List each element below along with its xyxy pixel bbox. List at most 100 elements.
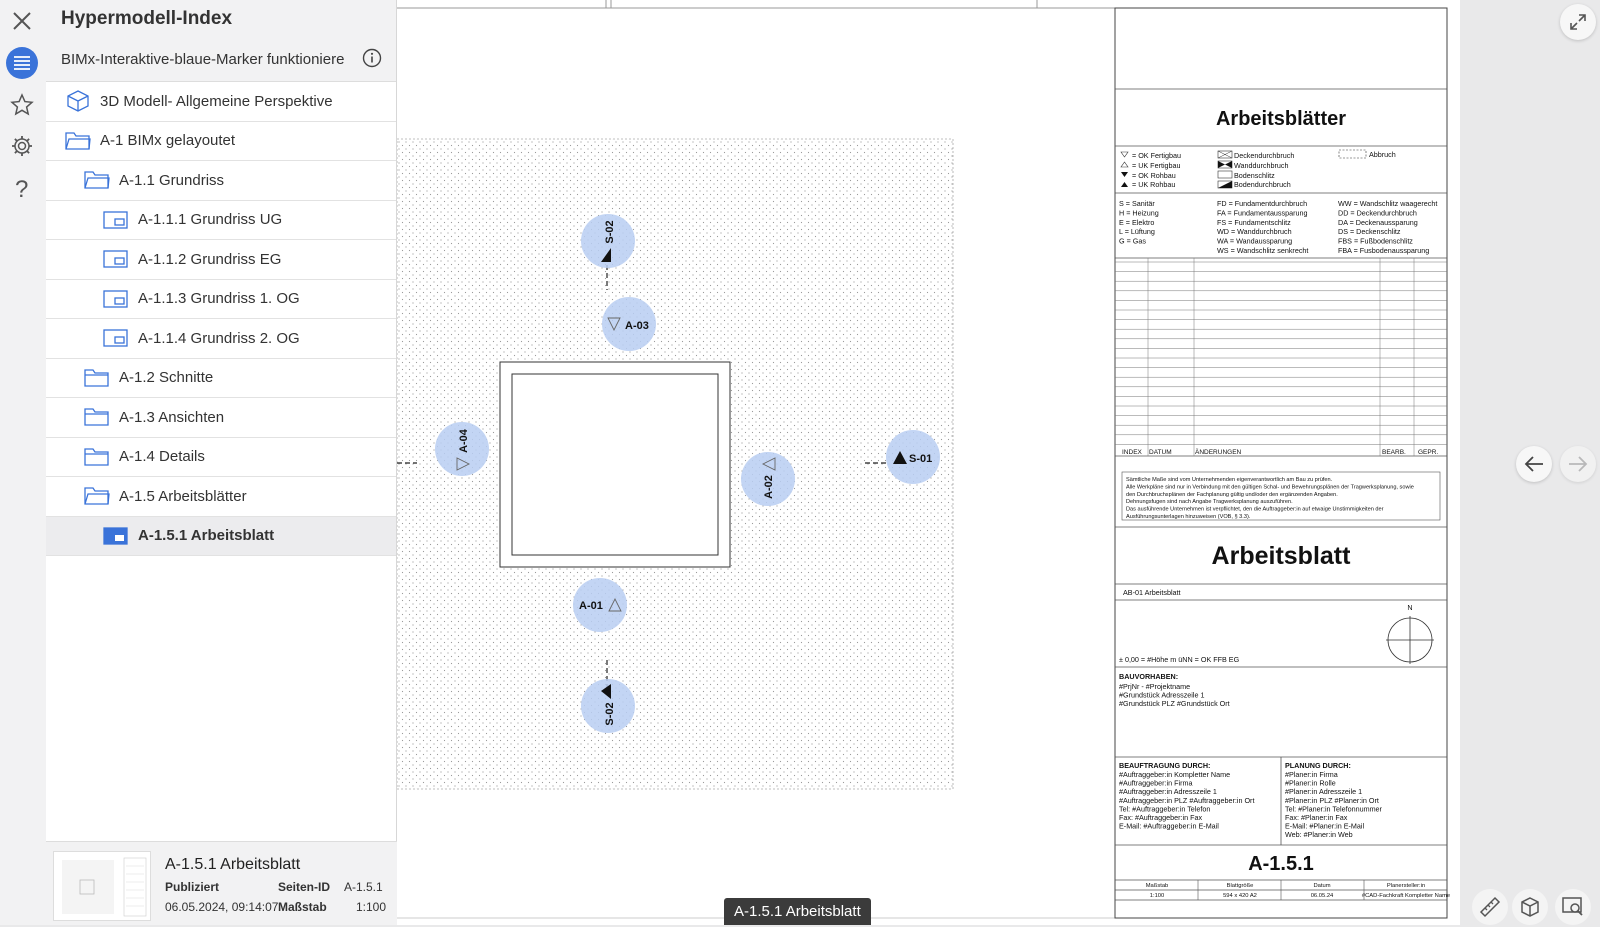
drawing-canvas[interactable]: S-02 A-03 A-04 A-02 S-01 A-01 S-02 Arbei…	[397, 0, 1460, 925]
client-line: E-Mail: #Auftraggeber:in E-Mail	[1119, 822, 1219, 831]
layout-icon	[102, 209, 130, 231]
legend-sym-0: = OK Fertigbau	[1132, 151, 1181, 160]
marker-a02[interactable]: A-02	[741, 452, 795, 506]
sheet-date: 06.05.2024, 09:14:07	[165, 900, 279, 914]
rev-changes: ÄNDERUNGEN	[1195, 448, 1242, 456]
layout-icon	[102, 248, 130, 270]
rev-index: INDEX	[1122, 449, 1143, 456]
fullscreen-icon[interactable]	[1560, 4, 1596, 40]
abbreviation: DS = Deckenschlitz	[1338, 227, 1401, 236]
left-rail: ?	[0, 0, 46, 925]
planner-line: Web: #Planer:in Web	[1285, 830, 1353, 839]
legend-sym-1: = UK Fertigbau	[1132, 161, 1181, 170]
legend-sym-2: = OK Rohbau	[1132, 171, 1176, 180]
footer-label: Blattgröße	[1227, 883, 1254, 889]
abbreviation: DA = Deckenaussparung	[1338, 218, 1418, 227]
sheet-title: Arbeitsblatt	[1212, 542, 1352, 570]
layout-icon	[102, 327, 130, 349]
tree-item-label: 3D Modell- Allgemeine Perspektive	[100, 92, 333, 110]
tree-item[interactable]: A-1 BIMx gelayoutet	[46, 122, 396, 161]
close-icon[interactable]	[4, 3, 40, 39]
tree-item[interactable]: A-1.1.2 Grundriss EG	[46, 240, 396, 280]
index-tree: 3D Modell- Allgemeine Perspektive A-1 BIM…	[46, 82, 396, 556]
footer-label: Datum	[1313, 883, 1330, 889]
page-id-value: A-1.5.1	[344, 880, 383, 894]
marker-a04-label: A-04	[458, 428, 470, 453]
planner-label: PLANUNG DURCH:	[1285, 761, 1351, 770]
folder-icon	[83, 446, 111, 468]
svg-text:?: ?	[15, 176, 28, 201]
tree-item-label: A-1.5.1 Arbeitsblatt	[138, 527, 275, 545]
sheet-number: A-1.5.1	[1248, 853, 1314, 875]
footer-value: 1:100	[1150, 893, 1165, 899]
project-label: BAUVORHABEN:	[1119, 672, 1178, 681]
footer-label: Maßstab	[1146, 883, 1169, 889]
tree-item[interactable]: A-1.2 Schnitte	[46, 359, 396, 398]
abbreviation: WW = Wandschlitz waagerecht	[1338, 199, 1437, 208]
marker-s01[interactable]: S-01	[886, 430, 940, 484]
marker-a01[interactable]: A-01	[573, 578, 627, 632]
next-page-icon[interactable]	[1560, 446, 1596, 482]
sheet-info-title: A-1.5.1 Arbeitsblatt	[165, 856, 301, 873]
zoom-window-icon[interactable]	[1555, 889, 1591, 925]
abbreviation: FA = Fundamentaussparung	[1217, 208, 1308, 217]
tree-item[interactable]: 3D Modell- Allgemeine Perspektive	[46, 82, 396, 122]
project-name-row[interactable]: BIMx-Interaktive-blaue-Marker funktionie…	[46, 38, 396, 82]
help-icon[interactable]: ?	[4, 170, 40, 206]
marker-s02-top[interactable]: S-02	[581, 214, 635, 268]
tree-item-label: A-1.2 Schnitte	[119, 369, 214, 387]
marker-s01-label: S-01	[909, 453, 932, 465]
tree-item[interactable]: A-1.5 Arbeitsblätter	[46, 477, 396, 517]
footer-value: 06.05.24	[1311, 893, 1334, 899]
note-line: Sämtliche Maße sind vom Unternehmenden e…	[1126, 477, 1333, 483]
tree-item[interactable]: A-1.4 Details	[46, 438, 396, 477]
previous-page-icon[interactable]	[1516, 446, 1552, 482]
note-line: Ausführungsunterlagen hinzuweisen (VOB, …	[1126, 514, 1251, 520]
title-block: Arbeitsblätter = OK Fertigbau = UK Ferti…	[1114, 7, 1450, 919]
tree-item-label: A-1.4 Details	[119, 448, 205, 466]
index-list-icon[interactable]	[4, 45, 40, 81]
3d-view-icon[interactable]	[1512, 889, 1548, 925]
abbreviation: FS = Fundamentschlitz	[1217, 218, 1291, 227]
tree-item-label: A-1.1.4 Grundriss 2. OG	[138, 329, 300, 347]
marker-a04[interactable]: A-04	[435, 422, 489, 476]
note-line: den Durchbruchsplänen der Fachplanung gü…	[1126, 492, 1338, 498]
legend-open-1: Wanddurchbruch	[1234, 161, 1288, 170]
right-toolbar	[1460, 0, 1600, 925]
tree-item-label: A-1.1.1 Grundriss UG	[138, 211, 283, 229]
page-id-label: Seiten-ID	[278, 880, 331, 894]
star-icon[interactable]	[4, 87, 40, 123]
marker-s02-top-label: S-02	[604, 220, 616, 243]
tree-item[interactable]: A-1.3 Ansichten	[46, 398, 396, 438]
tree-item[interactable]: A-1.1.4 Grundriss 2. OG	[46, 319, 396, 359]
tree-item[interactable]: A-1.1.3 Grundriss 1. OG	[46, 280, 396, 319]
marker-a02-label: A-02	[763, 475, 775, 499]
footer-value: #CAD-Fachkraft Kompletter Name	[1362, 893, 1450, 899]
titleblock-header: Arbeitsblätter	[1216, 108, 1346, 130]
abbreviation: FD = Fundamentdurchbruch	[1217, 199, 1307, 208]
scale-value: 1:100	[356, 900, 387, 914]
sheet-thumbnail	[53, 851, 151, 921]
gear-icon[interactable]	[4, 128, 40, 164]
info-icon[interactable]	[362, 48, 382, 72]
tree-item-label: A-1.1.3 Grundriss 1. OG	[138, 290, 300, 308]
folder-open-icon	[83, 485, 111, 507]
rev-bearb: BEARB.	[1382, 449, 1406, 456]
cube-icon	[64, 90, 92, 112]
measure-icon[interactable]	[1472, 889, 1508, 925]
page-caption: A-1.5.1 Arbeitsblatt	[724, 898, 871, 925]
abbreviation: H = Heizung	[1119, 208, 1159, 217]
sheet-subtitle: AB-01 Arbeitsblatt	[1123, 588, 1181, 597]
tree-item[interactable]: A-1.1.1 Grundriss UG	[46, 201, 396, 240]
abbreviation: WA = Wandaussparung	[1217, 237, 1292, 246]
height-reference: ± 0,00 = #Höhe m üNN = OK FFB EG	[1119, 655, 1240, 664]
footer-label: Planersteller:in	[1387, 883, 1425, 889]
tree-item-label: A-1.1.2 Grundriss EG	[138, 250, 282, 268]
note-line: Alle Werkpläne sind nur in Verbindung mi…	[1126, 484, 1414, 490]
marker-s02-bottom[interactable]: S-02	[581, 679, 635, 733]
sheet-status: Publiziert	[165, 880, 220, 894]
tree-item-label: A-1.1 Grundriss	[119, 171, 225, 189]
tree-item[interactable]: A-1.5.1 Arbeitsblatt	[46, 516, 396, 556]
tree-item[interactable]: A-1.1 Grundriss	[46, 161, 396, 201]
marker-a03[interactable]: A-03	[602, 297, 656, 351]
